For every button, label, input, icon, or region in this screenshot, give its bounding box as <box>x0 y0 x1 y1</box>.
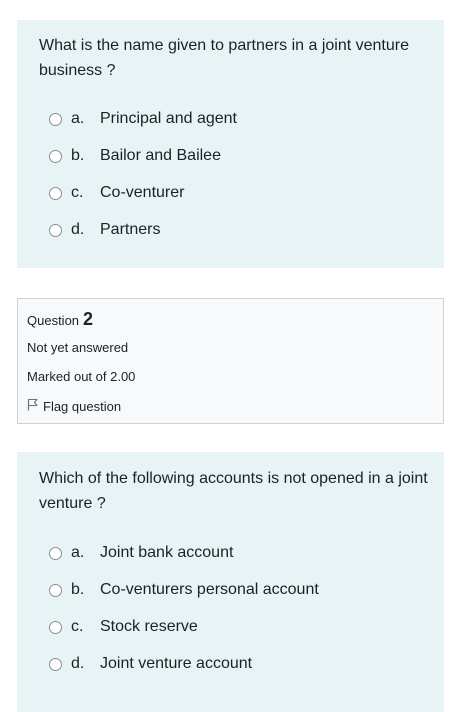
q1-option-a[interactable]: a. Principal and agent <box>49 107 237 131</box>
q2-option-d[interactable]: d. Joint venture account <box>49 652 252 676</box>
flag-outline-icon[interactable] <box>27 398 43 414</box>
option-label: Partners <box>100 221 161 238</box>
question-word: Question <box>27 313 80 328</box>
flag-question-link[interactable]: Flag question <box>27 398 121 414</box>
radio-button[interactable] <box>49 583 62 597</box>
q1-option-b[interactable]: b. Bailor and Bailee <box>49 144 221 168</box>
option-letter: d. <box>71 655 85 672</box>
radio-button[interactable] <box>49 186 62 200</box>
option-label: Joint venture account <box>100 655 253 672</box>
option-letter: b. <box>71 147 85 164</box>
q1-option-d[interactable]: d. Partners <box>49 218 160 242</box>
option-label: Joint bank account <box>100 544 234 561</box>
radio-button[interactable] <box>49 223 62 237</box>
option-letter: d. <box>71 221 85 238</box>
radio-button[interactable] <box>49 657 62 671</box>
question-number-label: Question 2 <box>27 309 93 330</box>
radio-button[interactable] <box>49 620 62 634</box>
option-label: Principal and agent <box>100 110 237 127</box>
option-label: Co-venturer <box>100 184 185 201</box>
flag-question-label[interactable]: Flag question <box>43 399 121 414</box>
radio-button[interactable] <box>49 112 62 126</box>
question-number: 2 <box>83 309 94 329</box>
radio-button[interactable] <box>49 546 62 560</box>
question-1-text: What is the name given to partners in a … <box>39 37 409 79</box>
option-label: Stock reserve <box>100 618 198 635</box>
option-label: Co-venturers personal account <box>100 581 319 598</box>
question-2-text: Which of the following accounts is not o… <box>39 470 428 512</box>
radio-button[interactable] <box>49 149 62 163</box>
q2-option-a[interactable]: a. Joint bank account <box>49 541 233 565</box>
option-letter: b. <box>71 581 85 598</box>
question-grade: Marked out of 2.00 <box>27 369 136 384</box>
option-letter: a. <box>71 110 85 127</box>
option-letter: c. <box>71 618 84 635</box>
q1-option-c[interactable]: c. Co-venturer <box>49 181 184 205</box>
option-letter: c. <box>71 184 84 201</box>
option-label: Bailor and Bailee <box>100 147 221 164</box>
q2-option-c[interactable]: c. Stock reserve <box>49 615 198 639</box>
question-state: Not yet answered <box>27 340 129 355</box>
question-1-content: What is the name given to partners in a … <box>17 20 444 268</box>
q2-option-b[interactable]: b. Co-venturers personal account <box>49 578 319 602</box>
question-2-content: Which of the following accounts is not o… <box>17 452 444 712</box>
option-letter: a. <box>71 544 85 561</box>
question-info-panel: Question 2 Not yet answered Marked out o… <box>17 298 444 424</box>
